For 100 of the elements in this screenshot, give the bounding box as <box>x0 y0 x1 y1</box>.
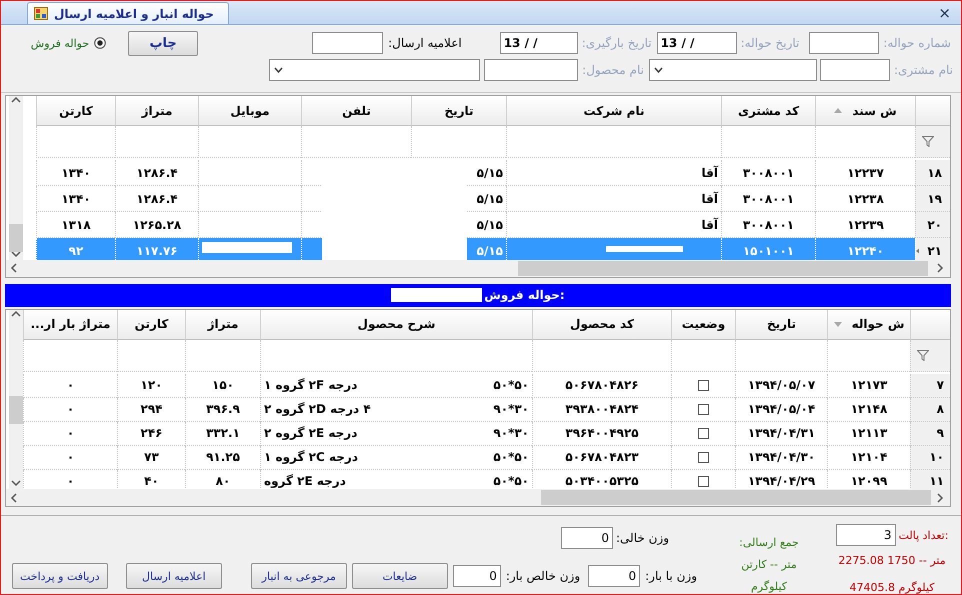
column-header[interactable]: کارتن <box>36 96 115 126</box>
table-cell: ۱۲۲۳۸ <box>847 192 884 206</box>
table-cell: ۰ <box>66 426 74 440</box>
row-number: ۲۱ <box>927 244 942 258</box>
column-header[interactable]: موبایل <box>198 96 301 126</box>
row-number: ۹ <box>936 426 944 440</box>
action-button[interactable]: اعلامیه ارسال <box>126 563 222 589</box>
table-cell: ۱۲۱۷۳ <box>850 378 888 392</box>
table-cell: ۱۲۸۶.۴ <box>136 192 178 206</box>
table-cell: ۱۲۲۳۹ <box>847 218 884 232</box>
table-cell: ۵۰۶۷۸۰۴۸۲۶ <box>565 378 639 392</box>
table-cell: ۱۳۱۸ <box>61 218 91 232</box>
table-cell: ۵۰*۵۰ <box>493 450 529 464</box>
table-cell: درجه ۲E گروه <box>264 474 346 488</box>
row-number: ۱۸ <box>927 166 942 180</box>
table-cell: ۵۰*۵۰ <box>493 378 529 392</box>
field-label: وزن خالی: <box>616 531 669 545</box>
table-cell: ۱۲۰۹۹ <box>850 474 888 488</box>
table-cell: آقا <box>702 192 718 206</box>
window-tab[interactable]: حواله انبار و اعلامیه ارسال <box>27 2 229 24</box>
print-button[interactable]: چاپ <box>128 30 198 56</box>
row-header-cell[interactable]: ۷ <box>910 374 950 398</box>
table-cell: ۲۹۴ <box>140 402 162 416</box>
pallet-count-field[interactable]: 3 <box>836 524 896 546</box>
column-header[interactable]: کد مشتری <box>721 96 815 126</box>
table-cell: ۱۲۲۴۰ <box>847 244 884 258</box>
loaded-weight-field[interactable]: 0 <box>588 565 640 587</box>
table-cell: ۱۵۰ <box>212 378 234 392</box>
row-number: ۷ <box>936 378 944 392</box>
field-label: تاریخ بارگیری: <box>582 36 652 50</box>
field-label: شماره حواله: <box>883 36 951 50</box>
table-cell: درجه ۲F گروه ۱ <box>264 378 358 392</box>
column-header[interactable]: تاریخ <box>735 310 827 340</box>
table-cell: درجه ۲C گروه ۱ <box>264 450 358 464</box>
sent-meter-text: متر -- کارتن <box>741 558 797 571</box>
table-cell: ۱۳۴۰ <box>61 166 91 180</box>
row-header-cell[interactable]: ۱۸ <box>915 160 950 186</box>
table-cell: ۹۱.۲۵ <box>206 450 240 464</box>
net-weight-field[interactable]: 0 <box>452 565 501 587</box>
column-header[interactable]: کد محصول <box>532 310 671 340</box>
action-button[interactable]: ضایعات <box>352 563 448 589</box>
table-cell: ۵۰۳۴۰۰۵۳۲۵ <box>565 474 639 488</box>
row-header-cell[interactable]: ۲۰ <box>915 212 950 238</box>
field-label: تعداد پالت: <box>898 528 948 542</box>
action-button[interactable]: مرجوعی به انبار <box>250 563 347 589</box>
field-label: وزن با بار: <box>645 569 697 583</box>
table-cell: ۳۹۶۴۰۰۴۹۲۵ <box>565 426 639 440</box>
table-cell: ۰ <box>66 474 74 488</box>
table-cell: ۰ <box>66 450 74 464</box>
row-number: ۲۰ <box>927 218 942 232</box>
action-button[interactable]: دریافت و پرداخت <box>12 563 108 589</box>
column-header[interactable]: نام شرکت <box>506 96 721 126</box>
table-cell: ۱۲۸۶.۴ <box>136 166 178 180</box>
table-cell: ۱۳۹۴/۰۵/۰۷ <box>748 378 816 392</box>
row-header-cell[interactable]: ۱۱ <box>910 470 950 489</box>
row-header-cell[interactable]: ۲۱ <box>915 238 950 260</box>
field-label: اعلامیه ارسال: <box>388 36 462 50</box>
table-cell: ۳۰*۹۰ <box>493 402 529 416</box>
row-number: ۱۱ <box>929 474 944 488</box>
table-cell: ۵۰۶۷۸۰۴۸۲۳ <box>565 450 639 464</box>
table-cell: ۴ درجه ۲D گروه ۲ <box>264 402 371 416</box>
row-header-cell[interactable]: ۸ <box>910 398 950 422</box>
table-cell: ۰ <box>66 402 74 416</box>
field-label: نام مشتری: <box>894 63 953 78</box>
table-cell: ۱۳۴۰ <box>61 192 91 206</box>
field-label: وزن خالص بار: <box>506 569 580 583</box>
table-cell: ۵/۱۵ <box>476 244 503 258</box>
column-header[interactable]: متراژ <box>185 310 260 340</box>
table-cell: ۰ <box>66 378 74 392</box>
field-label: تاریخ حواله: <box>740 36 800 50</box>
table-cell: ۱۳۹۴/۰۵/۰۴ <box>748 402 816 416</box>
column-header[interactable]: شرح محصول <box>260 310 532 340</box>
column-header[interactable]: ش سند <box>815 96 915 126</box>
table-cell: ۵/۱۵ <box>476 166 503 180</box>
radio-label[interactable]: حواله فروش <box>30 36 90 50</box>
row-header-cell[interactable]: ۱۹ <box>915 186 950 212</box>
table-cell: ۱۳۹۴/۰۴/۲۹ <box>748 474 816 488</box>
table-cell: ۳۰۰۸۰۰۱ <box>742 166 794 180</box>
column-header[interactable]: متراژ <box>115 96 198 126</box>
field-label: نام محصول: <box>582 63 644 78</box>
row-header-cell[interactable]: ۱۰ <box>910 446 950 470</box>
empty-weight-field[interactable]: 0 <box>561 527 613 549</box>
close-button[interactable]: × <box>936 4 953 22</box>
table-cell: ۷۳ <box>144 450 159 464</box>
column-header[interactable]: ش حواله <box>827 310 910 340</box>
table-cell: ۳۰۰۸۰۰۱ <box>742 192 794 206</box>
table-cell: ۱۲۰ <box>140 378 162 392</box>
column-header[interactable]: کارتن <box>117 310 185 340</box>
column-header[interactable]: تاریخ <box>411 96 506 126</box>
table-cell: ۱۲۱۱۳ <box>850 426 888 440</box>
table-cell: ۱۱۷.۷۶ <box>136 244 178 258</box>
column-header[interactable]: متراژ بار ار... <box>23 310 117 340</box>
table-cell: ۱۲۲۳۷ <box>847 166 884 180</box>
row-number: ۸ <box>936 402 944 416</box>
table-cell: ۱۳۹۴/۰۴/۳۱ <box>748 426 816 440</box>
table-cell: ۵۰*۵۰ <box>493 474 529 488</box>
total-weight-text: 47405.8 کیلوگرم <box>850 581 934 594</box>
column-header[interactable]: وضعیت <box>671 310 735 340</box>
column-header[interactable]: تلفن <box>301 96 411 126</box>
row-header-cell[interactable]: ۹ <box>910 422 950 446</box>
